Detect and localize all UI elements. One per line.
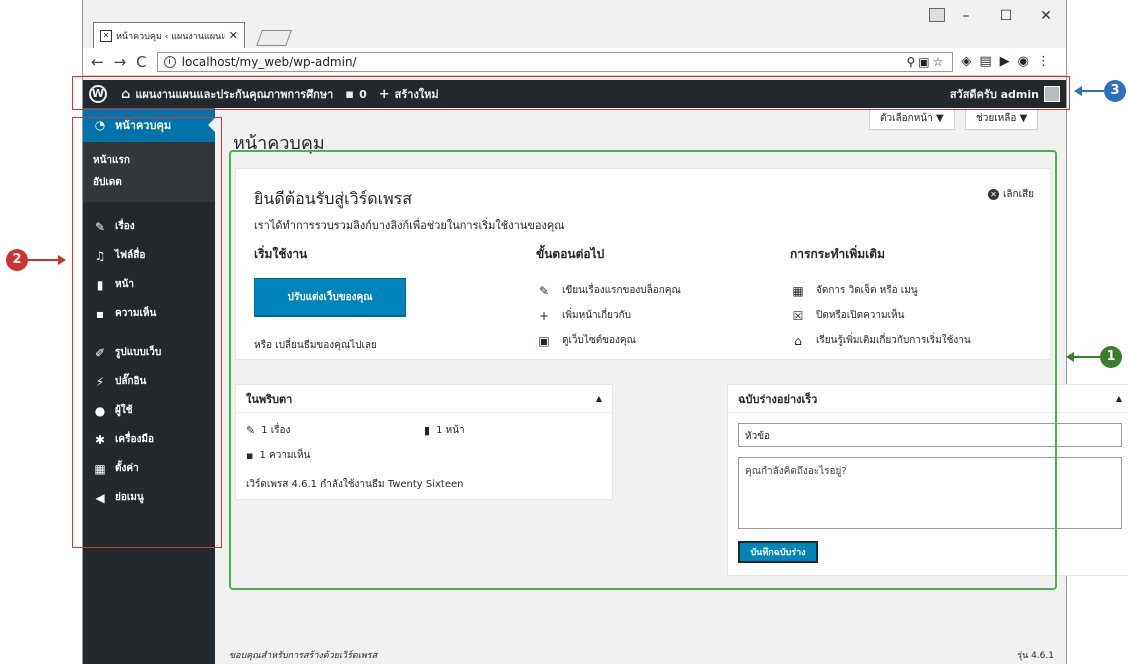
extension-icons: ◈▤▶◉⋮ xyxy=(961,54,1058,69)
footer-version: รุ่น 4.6.1 xyxy=(1017,651,1054,661)
url-text: localhost/my_web/wp-admin/ xyxy=(181,54,357,69)
new-tab-button[interactable] xyxy=(256,30,292,46)
footer-thanks[interactable]: ขอบคุณสำหรับการสร้างด้วยเวิร์ดเพรส xyxy=(229,648,377,662)
extension-icon[interactable]: ▤ xyxy=(979,54,999,69)
address-bar-row: ← → C i localhost/my_web/wp-admin/ ⚲▣☆ ◈▤▶… xyxy=(83,48,1066,76)
browser-tab[interactable]: ✕ หน้าควบคุม ‹ แผนงานแผนแ ✕ xyxy=(93,22,245,48)
tab-title: หน้าควบคุม ‹ แผนงานแผนแ xyxy=(116,31,225,42)
callout-badge: 3 xyxy=(1104,80,1126,102)
close-window-button[interactable]: ✕ xyxy=(1026,8,1066,24)
tab-close-icon[interactable]: ✕ xyxy=(229,29,238,42)
nav-buttons: ← → C xyxy=(91,53,157,71)
translate-icon[interactable]: ▣ xyxy=(918,55,932,69)
key-icon[interactable]: ⚲ xyxy=(906,55,918,69)
reload-icon[interactable]: C xyxy=(136,53,146,71)
window-controls: – ☐ ✕ xyxy=(946,8,1066,24)
site-favicon-icon: ✕ xyxy=(100,29,112,42)
menu-icon[interactable]: ⋮ xyxy=(1037,54,1058,69)
info-icon[interactable]: i xyxy=(163,55,176,68)
minimize-button[interactable]: – xyxy=(946,8,986,24)
screen-options-button[interactable]: ตัวเลือกหน้า ▼ xyxy=(869,108,955,130)
camera-icon[interactable]: ◉ xyxy=(1018,54,1037,69)
callout-badge: 2 xyxy=(6,249,28,271)
callout-1: 1 xyxy=(1066,346,1122,368)
collapse-toggle-icon[interactable]: ▲ xyxy=(1116,394,1122,403)
callout-badge: 1 xyxy=(1100,346,1122,368)
extension-icon[interactable]: ◈ xyxy=(961,54,979,69)
callout-2: 2 xyxy=(6,249,66,271)
star-icon[interactable]: ☆ xyxy=(933,55,947,69)
adminbar-highlight xyxy=(72,76,1070,110)
forward-icon[interactable]: → xyxy=(114,53,127,71)
help-button[interactable]: ช่วยเหลือ ▼ xyxy=(965,108,1039,130)
omnibox-icons: ⚲▣☆ xyxy=(906,55,946,69)
sidebar-highlight xyxy=(72,117,222,548)
admin-footer: ขอบคุณสำหรับการสร้างด้วยเวิร์ดเพรส รุ่น … xyxy=(229,648,1054,662)
url-input[interactable]: i localhost/my_web/wp-admin/ ⚲▣☆ xyxy=(156,51,954,72)
screenshot-root: ✕ หน้าควบคุม ‹ แผนงานแผนแ ✕ – ☐ ✕ ← → C i … xyxy=(0,0,1129,664)
content-highlight xyxy=(229,150,1057,590)
callout-3: 3 xyxy=(1074,80,1126,102)
pdf-icon[interactable]: ▶ xyxy=(1000,54,1018,69)
maximize-button[interactable]: ☐ xyxy=(986,8,1026,24)
back-icon[interactable]: ← xyxy=(91,53,104,71)
profile-icon[interactable] xyxy=(929,8,945,22)
tab-strip: ✕ หน้าควบคุม ‹ แผนงานแผนแ ✕ – ☐ ✕ xyxy=(83,0,1066,48)
